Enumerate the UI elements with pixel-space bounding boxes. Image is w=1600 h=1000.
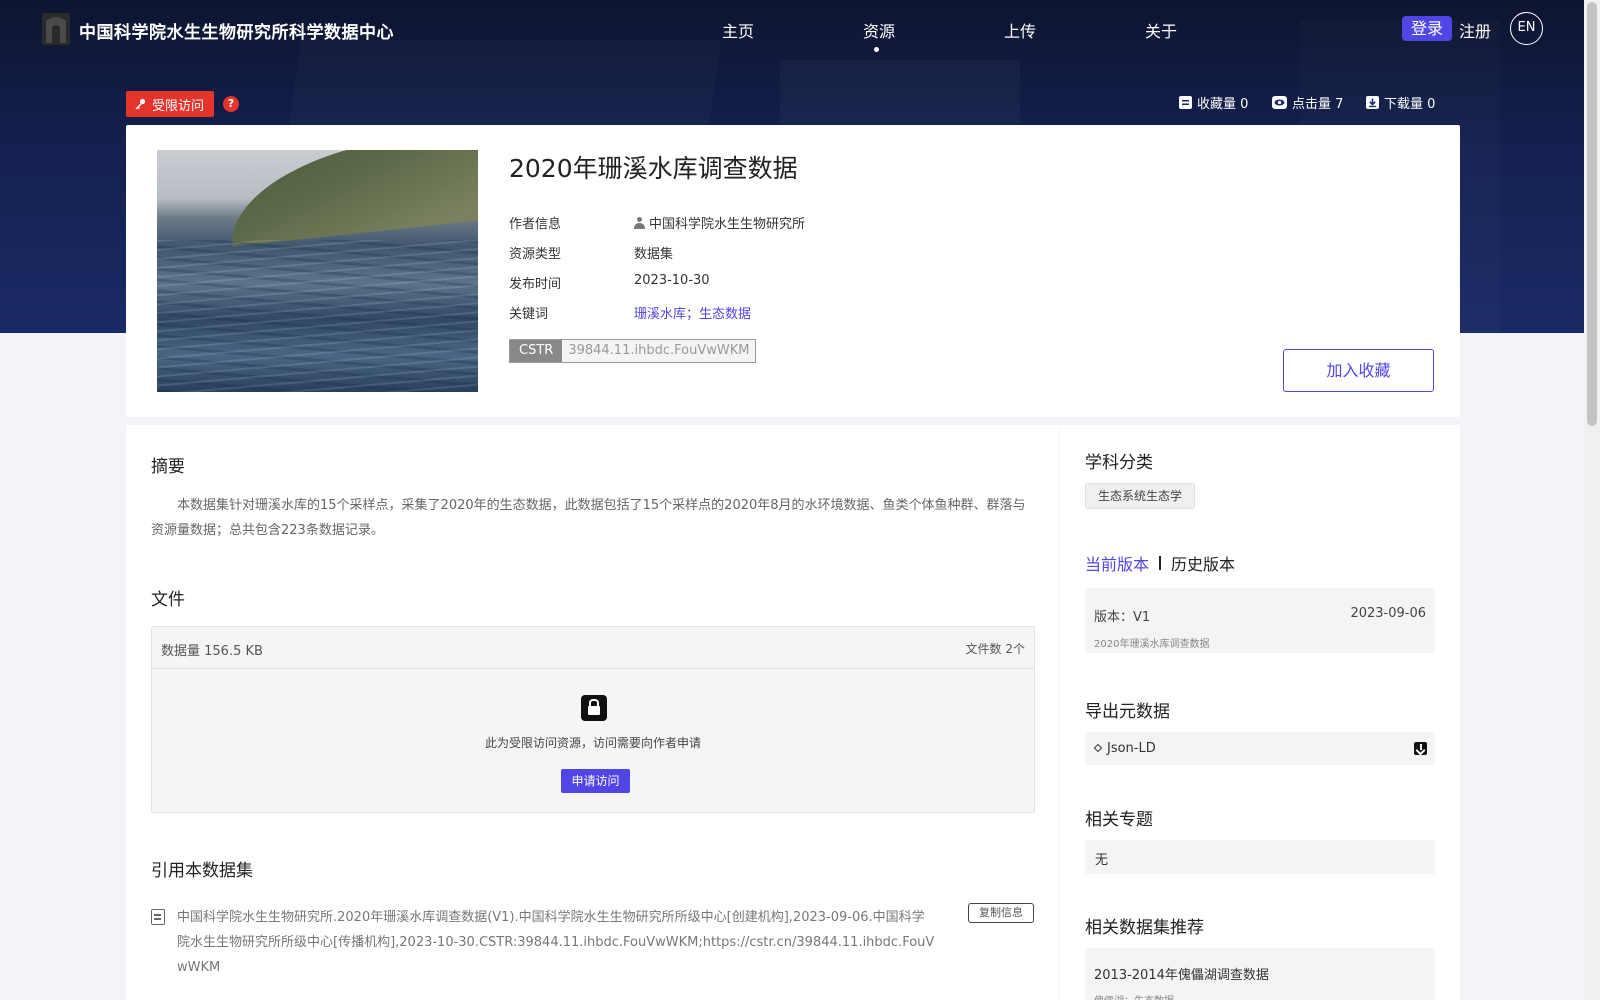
meta-label-type: 资源类型 [509,247,562,262]
recommend-heading: 相关数据集推荐 [1085,918,1204,938]
export-heading: 导出元数据 [1085,702,1170,722]
page-scrollbar[interactable] [1584,0,1600,1000]
recommended-dataset-card[interactable]: 2013-2014年傀儡湖调查数据 傀儡湖；生态数据 [1085,948,1435,1000]
restricted-access-label: 受限访问 [152,98,205,114]
subject-heading: 学科分类 [1085,453,1153,473]
meta-value-type: 数据集 [634,247,674,262]
abstract-text: 本数据集针对珊溪水库的15个采样点，采集了2020年的生态数据，此数据包括了15… [151,498,1026,538]
author-name: 中国科学院水生生物研究所 [649,217,806,232]
topic-heading: 相关专题 [1085,810,1153,830]
files-box: 数据量 156.5 KB 文件数 2个 此为受限访问资源，访问需要向作者申请 申… [151,626,1035,813]
top-navigation: 中国科学院水生生物研究所科学数据中心 主页 资源 上传 关于 登录 注册 EN [0,0,1584,58]
topic-value: 无 [1085,840,1435,874]
version-date: 2023-09-06 [1350,606,1426,621]
add-to-favorites-button[interactable]: 加入收藏 [1283,349,1434,392]
tab-history-version[interactable]: 历史版本 [1171,551,1235,575]
version-card[interactable]: 版本：V1 2023-09-06 2020年珊溪水库调查数据 [1085,588,1435,653]
export-jsonld-row[interactable]: Json-LD [1085,732,1435,765]
files-heading: 文件 [151,590,185,610]
citation-text: 中国科学院水生生物研究所.2020年珊溪水库调查数据(V1).中国科学院水生生物… [177,910,935,975]
dataset-title: 2020年珊溪水库调查数据 [509,154,798,183]
nav-upload[interactable]: 上传 [1004,18,1036,42]
tab-current-version[interactable]: 当前版本 [1085,551,1149,575]
sidebar-panel: 学科分类 生态系统生态学 当前版本 历史版本 版本：V1 2023-09-06 … [1060,425,1460,1000]
download-icon [1366,96,1379,109]
dataset-thumbnail [157,150,478,392]
favorites-count: 收藏量 0 [1179,93,1248,112]
login-button[interactable]: 登录 [1402,16,1452,41]
language-toggle-button[interactable]: EN [1510,12,1543,45]
site-title[interactable]: 中国科学院水生生物研究所科学数据中心 [79,18,394,43]
user-icon [634,217,645,229]
site-logo-icon[interactable] [42,13,70,45]
meta-label-keywords: 关键词 [509,307,549,322]
active-nav-indicator [874,47,879,52]
scrollbar-thumb[interactable] [1587,2,1597,426]
dataset-info-card: 2020年珊溪水库调查数据 作者信息 中国科学院水生生物研究所 资源类型 数据集… [126,125,1460,417]
main-content-panel: 摘要 本数据集针对珊溪水库的15个采样点，采集了2020年的生态数据，此数据包括… [126,425,1059,1000]
export-download-icon[interactable] [1414,742,1427,755]
restricted-note: 此为受限访问资源，访问需要向作者申请 [484,736,701,750]
lock-icon [581,695,607,721]
diamond-icon [1093,743,1103,753]
downloads-count-text: 下载量 0 [1384,97,1436,112]
files-count: 文件数 2个 [965,642,1025,656]
favorites-count-text: 收藏量 0 [1197,97,1249,112]
register-link[interactable]: 注册 [1459,18,1491,42]
recommended-dataset-title: 2013-2014年傀儡湖调查数据 [1094,968,1269,983]
version-number: 版本：V1 [1094,610,1151,625]
views-count-text: 点击量 7 [1292,97,1344,112]
views-count: 点击量 7 [1272,93,1343,112]
cstr-value: 39844.11.ihbdc.FouVwWKM [562,340,756,362]
meta-value-date: 2023-10-30 [634,273,710,288]
restricted-access-badge: 受限访问 [126,91,215,117]
copy-citation-button[interactable]: 复制信息 [968,903,1034,923]
key-icon [135,98,146,110]
bookmark-list-icon [1179,96,1192,109]
version-tabs: 当前版本 历史版本 [1085,551,1235,575]
cstr-identifier[interactable]: CSTR 39844.11.ihbdc.FouVwWKM [509,339,757,363]
tab-separator [1159,556,1162,570]
meta-label-date: 发布时间 [509,277,562,292]
citation-heading: 引用本数据集 [151,861,253,881]
meta-label-author: 作者信息 [509,217,562,232]
request-access-button[interactable]: 申请访问 [561,769,630,793]
nav-about[interactable]: 关于 [1145,18,1177,42]
nav-home[interactable]: 主页 [722,18,754,42]
cstr-label: CSTR [510,340,563,362]
nav-resources[interactable]: 资源 [863,18,895,42]
eye-icon [1272,96,1287,109]
files-size: 数据量 156.5 KB [161,644,263,659]
help-icon[interactable]: ? [223,96,239,112]
files-header: 数据量 156.5 KB 文件数 2个 [152,627,1034,669]
subject-tag[interactable]: 生态系统生态学 [1085,483,1196,509]
meta-value-author[interactable]: 中国科学院水生生物研究所 [634,213,805,232]
document-icon [151,909,165,925]
export-format-label: Json-LD [1107,741,1156,756]
downloads-count: 下载量 0 [1366,93,1435,112]
abstract-heading: 摘要 [151,457,185,477]
recommended-dataset-keywords: 傀儡湖；生态数据 [1094,992,1174,1000]
meta-value-keywords[interactable]: 珊溪水库；生态数据 [634,303,751,322]
version-name: 2020年珊溪水库调查数据 [1094,639,1210,650]
